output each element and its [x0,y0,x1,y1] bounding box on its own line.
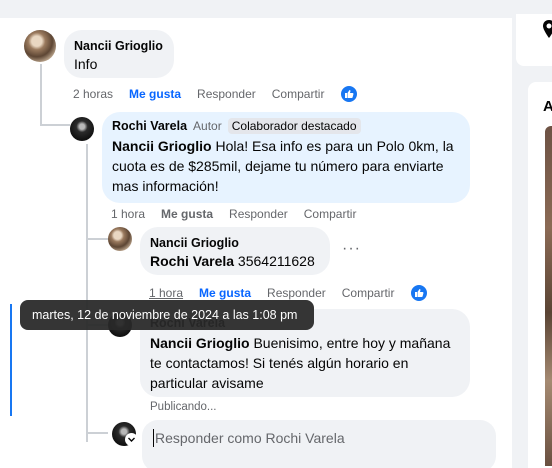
thread-line [40,64,42,126]
reply-button[interactable]: Responder [267,286,326,300]
thread-line [86,432,108,434]
comment-text: Info [74,56,98,72]
comment-author[interactable]: Rochi Varela [112,119,187,133]
more-options-icon[interactable]: ··· [342,240,361,258]
comment-bubble: Rochi Varela Autor Colaborador destacado N… [102,112,470,203]
comment-body: 3564211628 [234,253,315,269]
top-bar [0,0,552,18]
reply-input-placeholder[interactable]: Responder como Rochi Varela [155,430,345,446]
collaborator-badge: Colaborador destacado [227,118,361,134]
author-badge: Autor [193,119,222,133]
pin-icon[interactable] [542,18,552,40]
timestamp-tooltip: martes, 12 de noviembre de 2024 a las 1:… [20,300,314,330]
avatar[interactable] [108,227,132,251]
comment-bubble: Nancii Grioglio Rochi Varela 3564211628 [140,227,330,275]
text-caret [153,429,154,447]
mention-link[interactable]: Nancii Grioglio [150,335,250,351]
reply-button[interactable]: Responder [197,87,256,101]
publishing-status: Publicando... [150,401,217,413]
like-button[interactable]: Me gusta [129,87,181,101]
like-button[interactable]: Me gusta [161,207,213,221]
comment-time[interactable]: 1 hora [111,207,145,221]
new-reply-indicator [10,304,12,416]
comment-time[interactable]: 2 horas [73,87,113,101]
comment-author-row: Rochi Varela Autor Colaborador destacado [112,118,460,134]
chevron-down-icon[interactable] [125,433,138,446]
thread-line [40,124,70,126]
mention-link[interactable]: Rochi Varela [150,253,234,269]
avatar[interactable] [24,30,56,62]
comment-text: Nancii Grioglio Buenisimo, entre hoy y m… [150,333,460,393]
comment-actions: 2 horas Me gusta Responder Compartir [73,85,374,103]
share-button[interactable]: Compartir [342,286,395,300]
share-button[interactable]: Compartir [272,87,325,101]
right-panel-photo[interactable] [545,126,552,466]
comment-actions: 1 hora Me gusta Responder Compartir [111,207,372,221]
like-button[interactable]: Me gusta [199,286,251,300]
share-button[interactable]: Compartir [304,207,357,221]
avatar[interactable] [70,117,94,141]
right-panel-heading: A [543,98,552,115]
comment-author[interactable]: Nancii Grioglio [150,235,320,251]
comment-author[interactable]: Nancii Grioglio [74,38,164,54]
comment-bubble: Nancii Grioglio Info [64,30,174,78]
mention-link[interactable]: Nancii Grioglio [112,138,212,154]
thread-line [86,238,108,240]
comment-text: Rochi Varela 3564211628 [150,251,320,271]
thumbs-up-icon[interactable] [340,85,359,103]
thread-line [86,144,88,442]
thumbs-up-icon[interactable] [410,284,429,302]
reply-button[interactable]: Responder [229,207,288,221]
comment-time[interactable]: 1 hora [149,286,183,300]
comment-text: Nancii Grioglio Hola! Esa info es para u… [112,136,460,196]
